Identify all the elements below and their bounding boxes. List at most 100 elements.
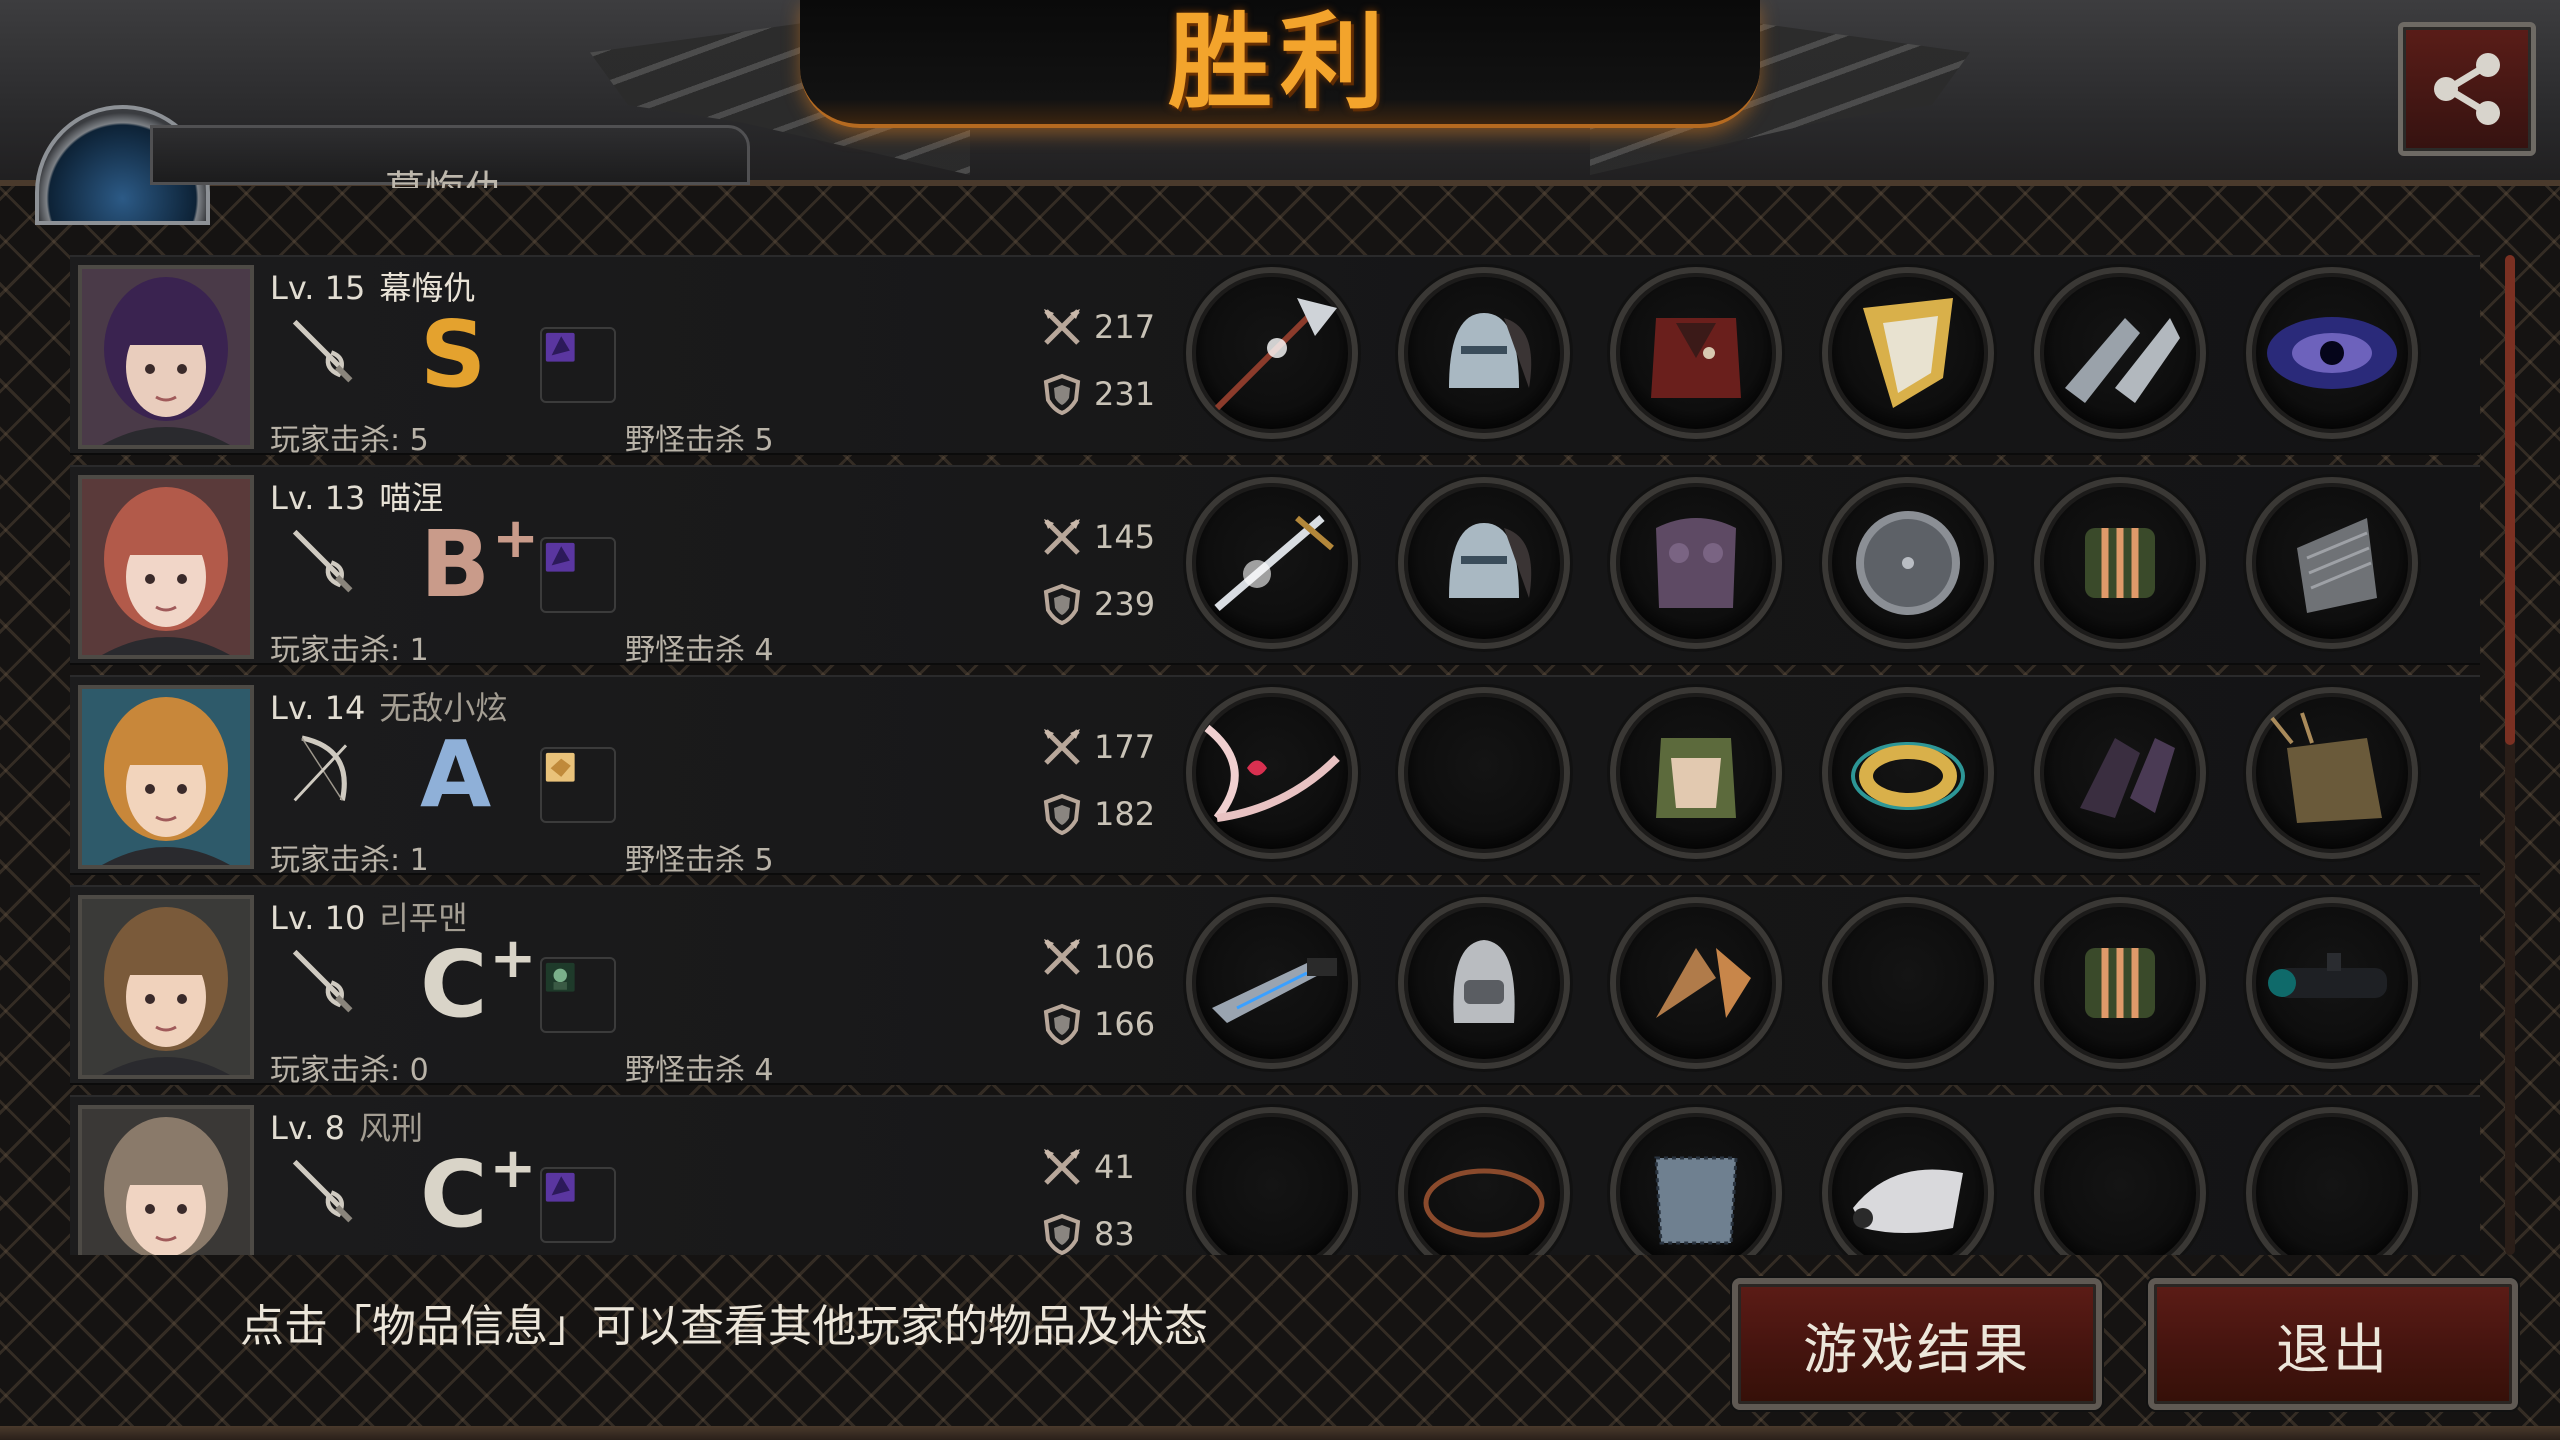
equipment-slot[interactable] bbox=[2034, 267, 2206, 439]
equipment-slot[interactable] bbox=[2034, 687, 2206, 859]
equipment-slot[interactable] bbox=[2246, 897, 2418, 1069]
skill-badge[interactable] bbox=[540, 537, 616, 613]
equipment-slot[interactable] bbox=[2246, 687, 2418, 859]
equipment-slots bbox=[1186, 267, 2418, 439]
equipment-slot[interactable] bbox=[2034, 477, 2206, 649]
chainmail-gloves-icon bbox=[2065, 318, 2180, 403]
iron-helmet-icon bbox=[1453, 940, 1515, 1023]
monster-kills: 野怪击杀 5 bbox=[625, 423, 774, 458]
defense-value: 166 bbox=[1094, 1005, 1156, 1043]
rapier-icon bbox=[292, 529, 353, 593]
defense-stat: 231 bbox=[1040, 372, 1155, 416]
player-results-list[interactable]: Lv. 15 幕悔仇 S 玩家击杀: 5 野怪击杀 5 217 231 Lv. 13 喵涅 B+ 玩… bbox=[70, 255, 2480, 1255]
weapon-type bbox=[280, 937, 390, 1047]
shield-icon bbox=[1040, 582, 1084, 626]
defense-value: 182 bbox=[1094, 795, 1156, 833]
equipment-slot[interactable] bbox=[1398, 477, 1570, 649]
player-name: 风刑 bbox=[358, 1109, 423, 1147]
player-avatar[interactable] bbox=[78, 475, 254, 659]
magazine-icon bbox=[2297, 518, 2377, 613]
equipment-slot[interactable] bbox=[1398, 897, 1570, 1069]
equipment-slot[interactable] bbox=[1822, 1107, 1994, 1255]
game-results-button[interactable]: 游戏结果 bbox=[1732, 1278, 2102, 1410]
purple-rune-icon bbox=[545, 1172, 575, 1202]
equipment-slot[interactable] bbox=[1186, 1107, 1358, 1255]
equipment-slot[interactable] bbox=[1610, 267, 1782, 439]
equipment-slot[interactable] bbox=[1398, 267, 1570, 439]
player-kills: 玩家击杀: 1 bbox=[270, 633, 429, 668]
equipment-slot[interactable] bbox=[1398, 1107, 1570, 1255]
equipment-slot[interactable] bbox=[2034, 897, 2206, 1069]
player-kills: 玩家击杀: 5 bbox=[270, 423, 429, 458]
skill-badge[interactable] bbox=[540, 1167, 616, 1243]
skill-badge[interactable] bbox=[540, 957, 616, 1033]
equipment-slot[interactable] bbox=[2246, 267, 2418, 439]
crossed-swords-icon bbox=[1040, 305, 1084, 349]
item-info-hint: 点击「物品信息」可以查看其他玩家的物品及状态 bbox=[240, 1301, 1208, 1352]
grade-letter: S bbox=[420, 301, 487, 408]
equipment-slot[interactable] bbox=[1186, 897, 1358, 1069]
dark-gauntlet-icon bbox=[2080, 738, 2175, 818]
attack-stat: 177 bbox=[1040, 725, 1155, 769]
scrollbar-thumb[interactable] bbox=[2505, 255, 2515, 745]
striped-gauntlet-icon bbox=[2085, 528, 2155, 598]
weapon-type bbox=[280, 307, 390, 417]
attack-stat: 106 bbox=[1040, 935, 1155, 979]
purple-rune-icon bbox=[545, 542, 575, 572]
equipment-slot[interactable] bbox=[2034, 1107, 2206, 1255]
grade-plus: + bbox=[489, 926, 537, 991]
equipment-slot[interactable] bbox=[1822, 897, 1994, 1069]
skill-badge[interactable] bbox=[540, 327, 616, 403]
equipment-slot[interactable] bbox=[1186, 267, 1358, 439]
player-avatar[interactable] bbox=[78, 265, 254, 449]
equipment-slot[interactable] bbox=[1822, 687, 1994, 859]
equipment-slot[interactable] bbox=[1610, 477, 1782, 649]
exit-button[interactable]: 退出 bbox=[2148, 1278, 2518, 1410]
heart-bow-icon bbox=[1204, 724, 1340, 822]
knight-helmet-icon bbox=[1449, 523, 1532, 598]
grade-letter: A bbox=[420, 721, 492, 828]
player-row[interactable]: Lv. 15 幕悔仇 S 玩家击杀: 5 野怪击杀 5 217 231 bbox=[70, 255, 2480, 458]
equipment-slot[interactable] bbox=[1822, 267, 1994, 439]
share-button[interactable] bbox=[2398, 22, 2536, 156]
scrollbar[interactable] bbox=[2505, 255, 2515, 1255]
knight-helmet-icon bbox=[1449, 313, 1532, 388]
attack-value: 217 bbox=[1094, 308, 1156, 346]
player-row[interactable]: Lv. 14 无敌小炫 A 玩家击杀: 1 野怪击杀 5 177 182 bbox=[70, 675, 2480, 878]
monster-kills: 野怪击杀 4 bbox=[625, 1053, 774, 1088]
player-level: Lv. 8 bbox=[270, 1109, 345, 1147]
shield-icon bbox=[1040, 792, 1084, 836]
attack-value: 106 bbox=[1094, 938, 1156, 976]
player-row[interactable]: Lv. 10 리푸맨 C+ 玩家击杀: 0 野怪击杀 4 106 166 bbox=[70, 885, 2480, 1088]
player-row[interactable]: Lv. 13 喵涅 B+ 玩家击杀: 1 野怪击杀 4 145 239 bbox=[70, 465, 2480, 668]
scale-armor-icon bbox=[1656, 948, 1751, 1018]
shield-icon bbox=[1040, 372, 1084, 416]
equipment-slot[interactable] bbox=[1610, 1107, 1782, 1255]
equipment-slot[interactable] bbox=[1398, 687, 1570, 859]
equipment-slot[interactable] bbox=[1822, 477, 1994, 649]
grade-letter: C bbox=[420, 1141, 488, 1248]
equipment-slot[interactable] bbox=[1186, 687, 1358, 859]
quiver-icon bbox=[2270, 712, 2382, 823]
leather-band-icon bbox=[1423, 1168, 1545, 1238]
attack-stat: 217 bbox=[1040, 305, 1155, 349]
equipment-slot[interactable] bbox=[2246, 1107, 2418, 1255]
player-avatar[interactable] bbox=[78, 895, 254, 1079]
galaxy-orb-icon bbox=[2267, 317, 2397, 389]
attack-value: 41 bbox=[1094, 1148, 1135, 1186]
equipment-slots bbox=[1186, 477, 2418, 649]
attack-stat: 145 bbox=[1040, 515, 1155, 559]
player-row[interactable]: Lv. 8 风刑 C+ 41 83 bbox=[70, 1095, 2480, 1255]
equipment-slot[interactable] bbox=[1186, 477, 1358, 649]
monster-kills: 野怪击杀 5 bbox=[625, 843, 774, 878]
portrait-image bbox=[82, 899, 250, 1075]
player-avatar[interactable] bbox=[78, 1105, 254, 1255]
combat-knife-icon bbox=[1212, 958, 1337, 1023]
equipment-slot[interactable] bbox=[1610, 897, 1782, 1069]
player-avatar[interactable] bbox=[78, 685, 254, 869]
bread-icon bbox=[545, 752, 575, 782]
equipment-slot[interactable] bbox=[1610, 687, 1782, 859]
equipment-slot[interactable] bbox=[2246, 477, 2418, 649]
grade-badge: C+ bbox=[420, 931, 536, 1031]
skill-badge[interactable] bbox=[540, 747, 616, 823]
